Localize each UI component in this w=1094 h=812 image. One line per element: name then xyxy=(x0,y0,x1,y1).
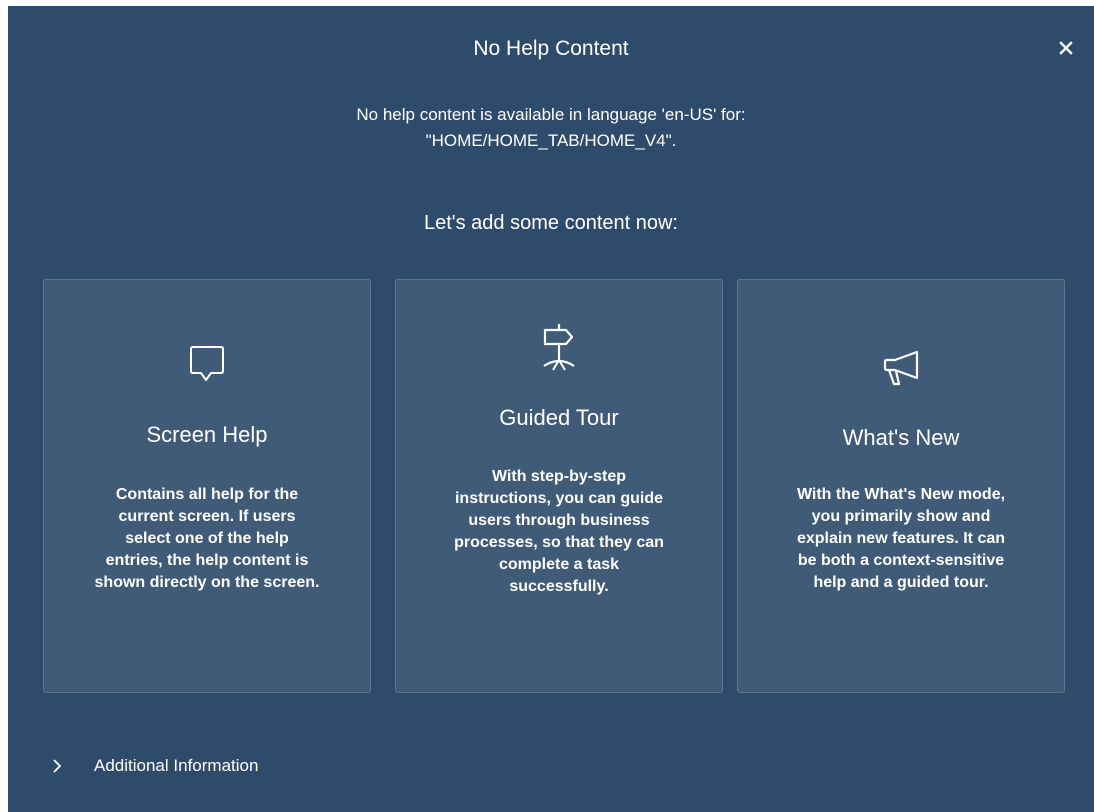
message-line-1: No help content is available in language… xyxy=(356,105,746,124)
card-title: Guided Tour xyxy=(499,405,619,430)
chevron-right-icon xyxy=(52,758,66,774)
no-content-message: No help content is available in language… xyxy=(8,102,1094,154)
whats-new-card[interactable]: What's New With the What's New mode, you… xyxy=(737,279,1065,693)
add-content-prompt: Let's add some content now: xyxy=(424,212,678,234)
megaphone-icon xyxy=(883,350,919,386)
close-icon xyxy=(1059,41,1073,55)
card-description: With step-by-step instructions, you can … xyxy=(454,468,664,595)
guided-tour-card[interactable]: Guided Tour With step-by-step instructio… xyxy=(395,279,723,693)
close-button[interactable] xyxy=(1052,34,1080,62)
screen-help-card[interactable]: Screen Help Contains all help for the cu… xyxy=(43,279,371,693)
card-title: What's New xyxy=(842,425,960,450)
card-description: Contains all help for the current screen… xyxy=(94,486,320,591)
card-title: Screen Help xyxy=(146,422,268,447)
signpost-icon xyxy=(543,324,575,371)
additional-information-toggle[interactable]: Additional Information xyxy=(52,754,258,778)
speech-bubble-icon xyxy=(190,346,224,381)
message-line-2: "HOME/HOME_TAB/HOME_V4". xyxy=(425,131,677,150)
dialog-title: No Help Content xyxy=(473,37,629,60)
additional-information-label: Additional Information xyxy=(94,756,259,775)
card-description: With the What's New mode, you primarily … xyxy=(796,486,1006,591)
no-help-content-dialog: No Help Content No help content is avail… xyxy=(8,6,1094,812)
